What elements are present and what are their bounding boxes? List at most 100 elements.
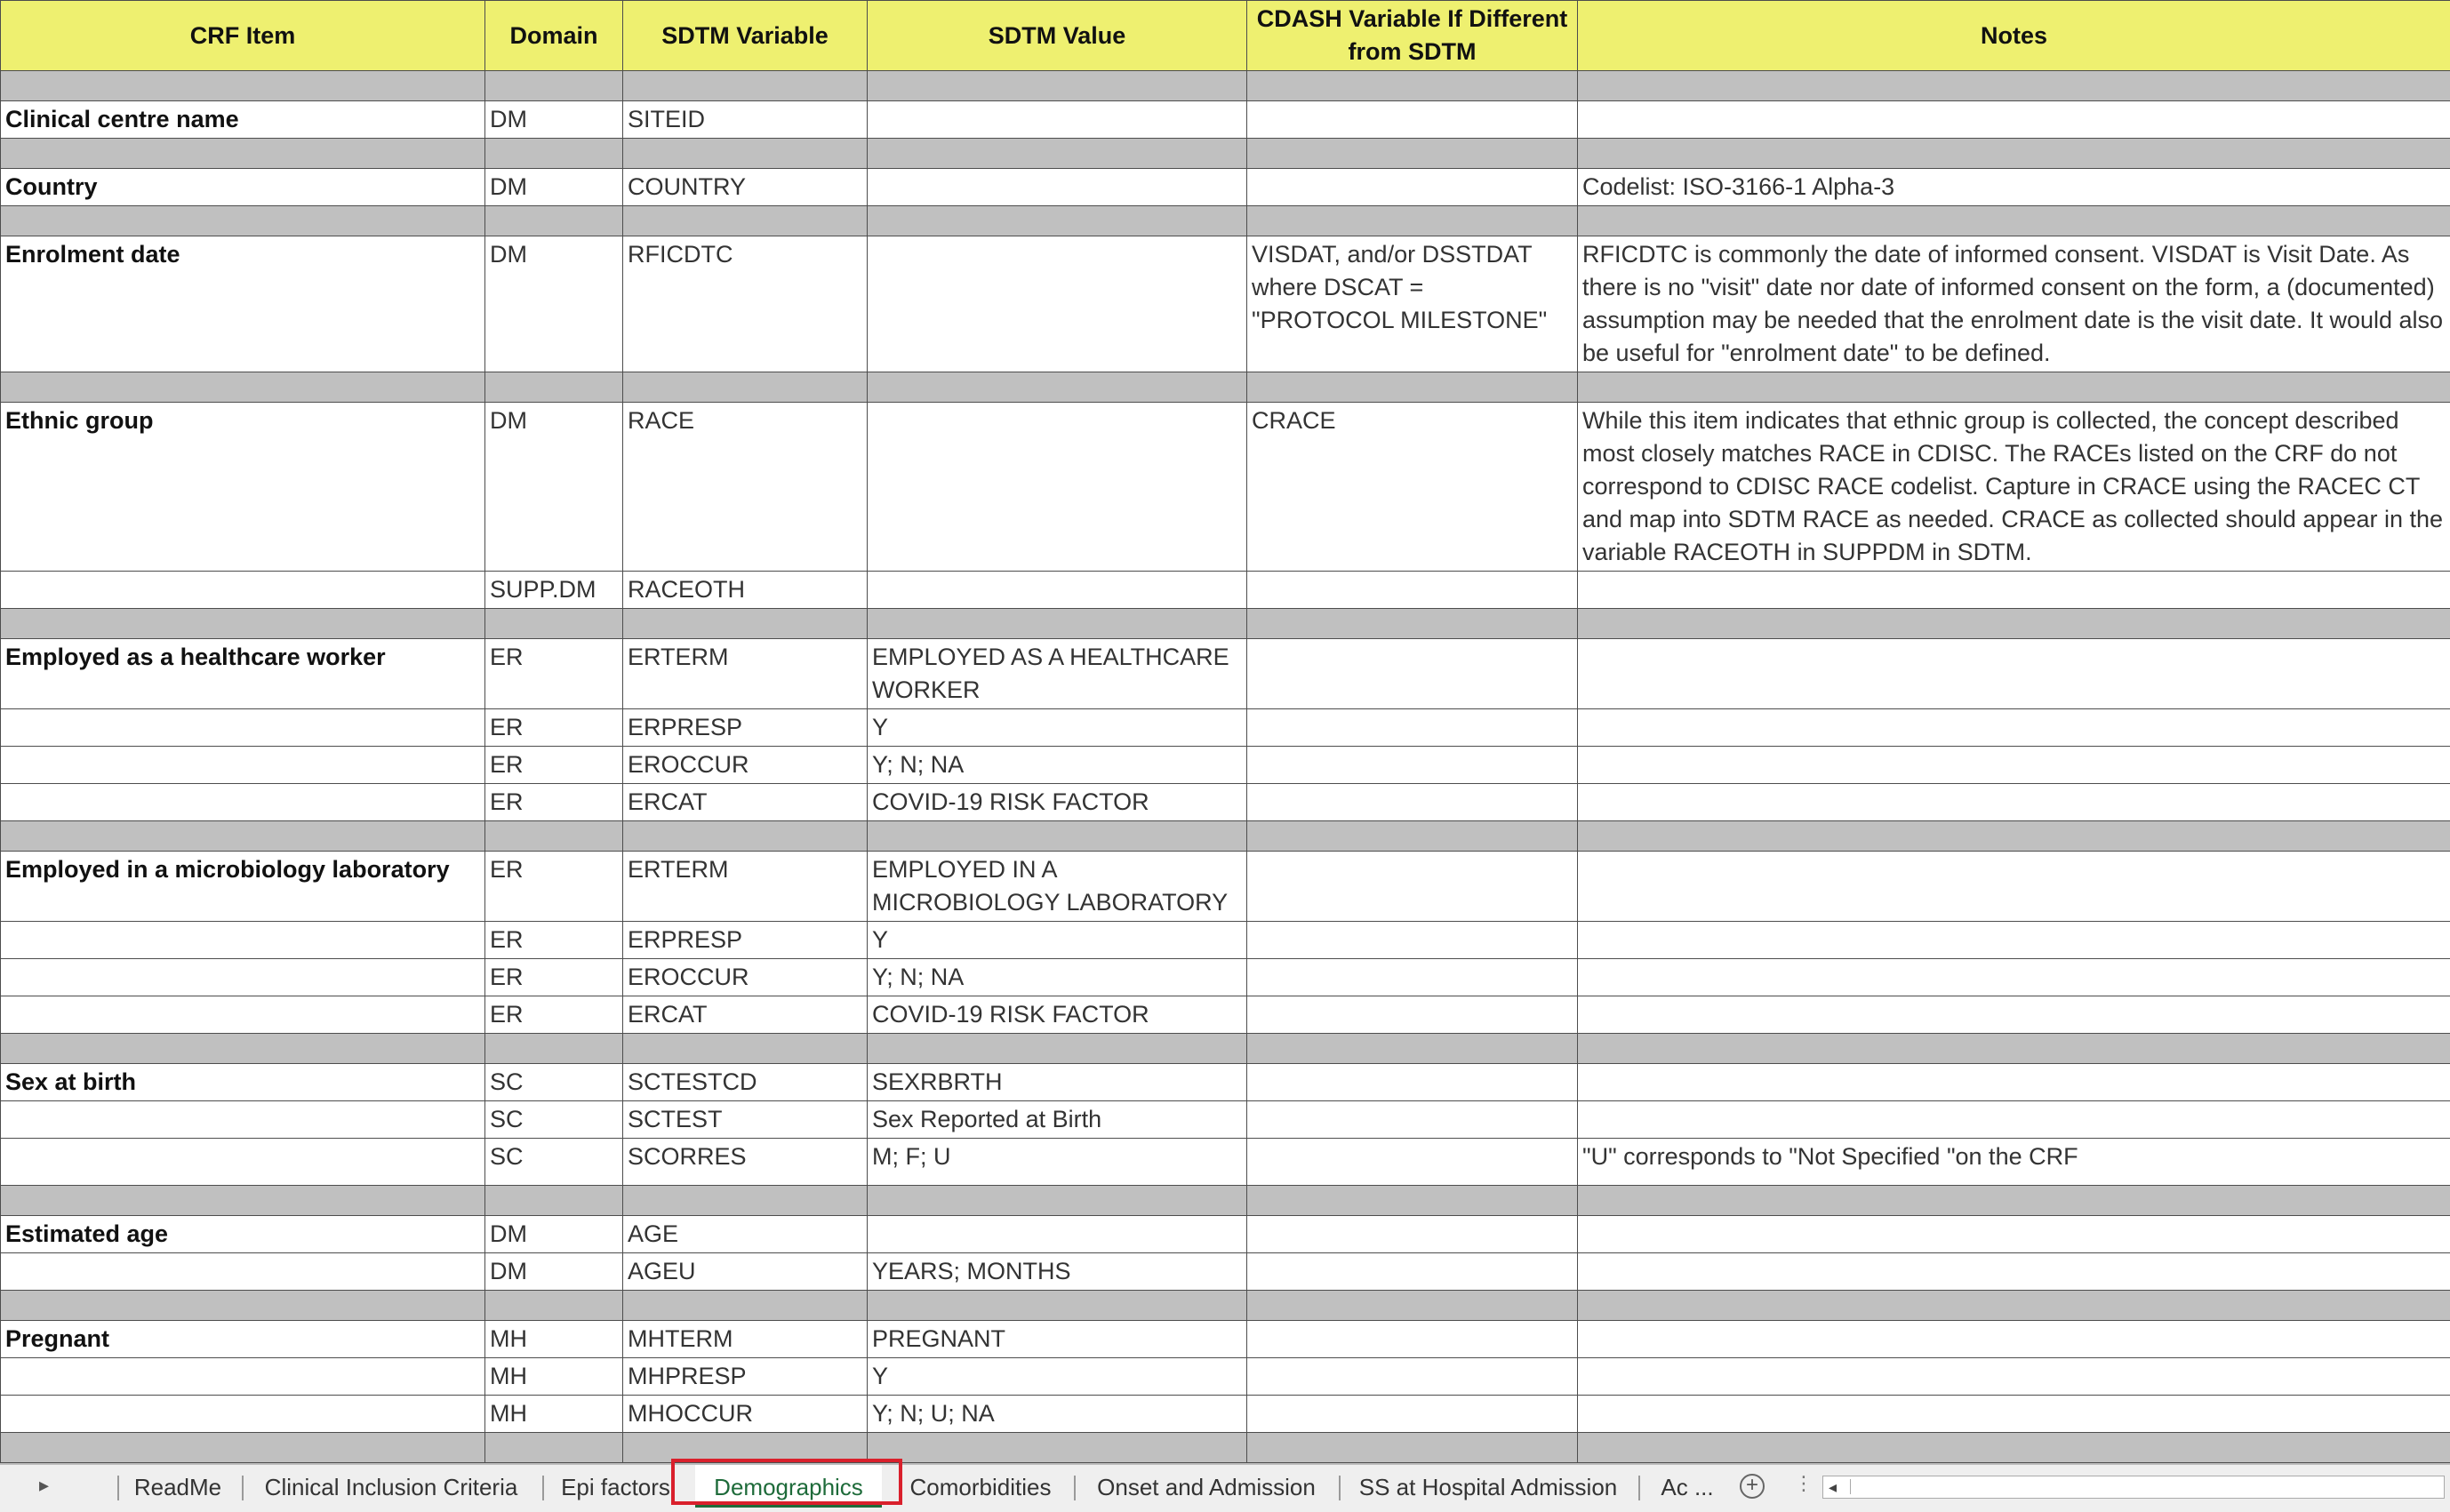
sdtm-value-cell[interactable] [868, 236, 1247, 372]
sdtm-value-cell[interactable]: EMPLOYED AS A HEALTHCARE WORKER [868, 639, 1247, 709]
sdtm-variable-cell[interactable]: ERPRESP [623, 922, 868, 959]
crf-item-cell[interactable]: Sex at birth [1, 1064, 485, 1101]
separator-cell[interactable] [1247, 71, 1578, 101]
crf-item-cell[interactable] [1, 959, 485, 996]
separator-cell[interactable] [1, 1186, 485, 1216]
separator-cell[interactable] [1578, 609, 2450, 639]
domain-cell[interactable]: DM [485, 236, 623, 372]
tab-more-sheets[interactable]: Ac ... [1655, 1465, 1719, 1509]
separator-cell[interactable] [485, 139, 623, 169]
cdash-variable-cell[interactable] [1247, 852, 1578, 922]
notes-cell[interactable] [1578, 639, 2450, 709]
crf-item-cell[interactable] [1, 1101, 485, 1139]
notes-cell[interactable] [1578, 784, 2450, 821]
header-cdash-variable[interactable]: CDASH Variable If Different from SDTM [1247, 1, 1578, 71]
sdtm-variable-cell[interactable]: SCTESTCD [623, 1064, 868, 1101]
crf-item-cell[interactable]: Ethnic group [1, 403, 485, 572]
sdtm-value-cell[interactable]: Y [868, 1358, 1247, 1396]
separator-cell[interactable] [868, 206, 1247, 236]
separator-cell[interactable] [868, 609, 1247, 639]
domain-cell[interactable]: DM [485, 1216, 623, 1253]
sdtm-variable-cell[interactable]: SCORRES [623, 1139, 868, 1186]
separator-cell[interactable] [1247, 372, 1578, 403]
separator-cell[interactable] [623, 206, 868, 236]
sdtm-value-cell[interactable]: PREGNANT [868, 1321, 1247, 1358]
separator-cell[interactable] [623, 1186, 868, 1216]
domain-cell[interactable]: DM [485, 1253, 623, 1291]
separator-cell[interactable] [1247, 1433, 1578, 1463]
header-sdtm-value[interactable]: SDTM Value [868, 1, 1247, 71]
separator-cell[interactable] [623, 71, 868, 101]
separator-cell[interactable] [485, 609, 623, 639]
cdash-variable-cell[interactable] [1247, 639, 1578, 709]
crf-item-cell[interactable]: Pregnant [1, 1321, 485, 1358]
header-crf-item[interactable]: CRF Item [1, 1, 485, 71]
domain-cell[interactable]: ER [485, 852, 623, 922]
notes-cell[interactable] [1578, 1396, 2450, 1433]
separator-cell[interactable] [868, 139, 1247, 169]
separator-cell[interactable] [1578, 1034, 2450, 1064]
separator-cell[interactable] [868, 372, 1247, 403]
sdtm-variable-cell[interactable]: MHPRESP [623, 1358, 868, 1396]
cdash-variable-cell[interactable] [1247, 922, 1578, 959]
separator-cell[interactable] [1578, 372, 2450, 403]
sdtm-variable-cell[interactable]: ERTERM [623, 852, 868, 922]
tab-clinical-inclusion-criteria[interactable]: Clinical Inclusion Criteria [258, 1465, 524, 1509]
domain-cell[interactable]: MH [485, 1321, 623, 1358]
sdtm-value-cell[interactable]: Sex Reported at Birth [868, 1101, 1247, 1139]
separator-cell[interactable] [1, 71, 485, 101]
cdash-variable-cell[interactable] [1247, 572, 1578, 609]
sdtm-variable-cell[interactable]: ERCAT [623, 784, 868, 821]
spreadsheet-grid[interactable]: CRF Item Domain SDTM Variable SDTM Value… [0, 0, 2450, 1463]
separator-cell[interactable] [623, 821, 868, 852]
crf-item-cell[interactable] [1, 922, 485, 959]
domain-cell[interactable]: ER [485, 784, 623, 821]
sdtm-value-cell[interactable]: SEXRBRTH [868, 1064, 1247, 1101]
separator-cell[interactable] [1247, 139, 1578, 169]
plus-icon[interactable]: + [1740, 1474, 1765, 1499]
separator-cell[interactable] [623, 609, 868, 639]
domain-cell[interactable]: SC [485, 1101, 623, 1139]
separator-cell[interactable] [1, 821, 485, 852]
sdtm-value-cell[interactable] [868, 169, 1247, 206]
crf-item-cell[interactable] [1, 1358, 485, 1396]
tab-scroll-right-icon[interactable]: ▸ [39, 1474, 49, 1497]
cdash-variable-cell[interactable] [1247, 1253, 1578, 1291]
cdash-variable-cell[interactable] [1247, 784, 1578, 821]
notes-cell[interactable] [1578, 1101, 2450, 1139]
separator-cell[interactable] [1578, 206, 2450, 236]
separator-cell[interactable] [868, 1291, 1247, 1321]
separator-cell[interactable] [868, 1186, 1247, 1216]
sdtm-variable-cell[interactable]: ERCAT [623, 996, 868, 1034]
separator-cell[interactable] [868, 1034, 1247, 1064]
domain-cell[interactable]: ER [485, 639, 623, 709]
separator-cell[interactable] [1578, 821, 2450, 852]
separator-cell[interactable] [1247, 609, 1578, 639]
crf-item-cell[interactable]: Country [1, 169, 485, 206]
separator-cell[interactable] [623, 372, 868, 403]
separator-cell[interactable] [1247, 206, 1578, 236]
separator-cell[interactable] [1, 372, 485, 403]
separator-cell[interactable] [485, 1291, 623, 1321]
cdash-variable-cell[interactable] [1247, 709, 1578, 747]
cdash-variable-cell[interactable] [1247, 959, 1578, 996]
sdtm-variable-cell[interactable]: MHTERM [623, 1321, 868, 1358]
separator-cell[interactable] [485, 372, 623, 403]
cdash-variable-cell[interactable] [1247, 1139, 1578, 1186]
cdash-variable-cell[interactable] [1247, 101, 1578, 139]
domain-cell[interactable]: ER [485, 747, 623, 784]
separator-cell[interactable] [1, 1034, 485, 1064]
domain-cell[interactable]: MH [485, 1358, 623, 1396]
sdtm-value-cell[interactable]: Y [868, 922, 1247, 959]
cdash-variable-cell[interactable] [1247, 1064, 1578, 1101]
separator-cell[interactable] [485, 1433, 623, 1463]
separator-cell[interactable] [485, 1034, 623, 1064]
sdtm-value-cell[interactable]: Y; N; U; NA [868, 1396, 1247, 1433]
notes-cell[interactable] [1578, 1253, 2450, 1291]
crf-item-cell[interactable] [1, 784, 485, 821]
crf-item-cell[interactable]: Employed in a microbiology laboratory [1, 852, 485, 922]
sdtm-value-cell[interactable]: YEARS; MONTHS [868, 1253, 1247, 1291]
tab-readme[interactable]: ReadMe [124, 1465, 231, 1509]
notes-cell[interactable] [1578, 1064, 2450, 1101]
sdtm-value-cell[interactable]: COVID-19 RISK FACTOR [868, 784, 1247, 821]
